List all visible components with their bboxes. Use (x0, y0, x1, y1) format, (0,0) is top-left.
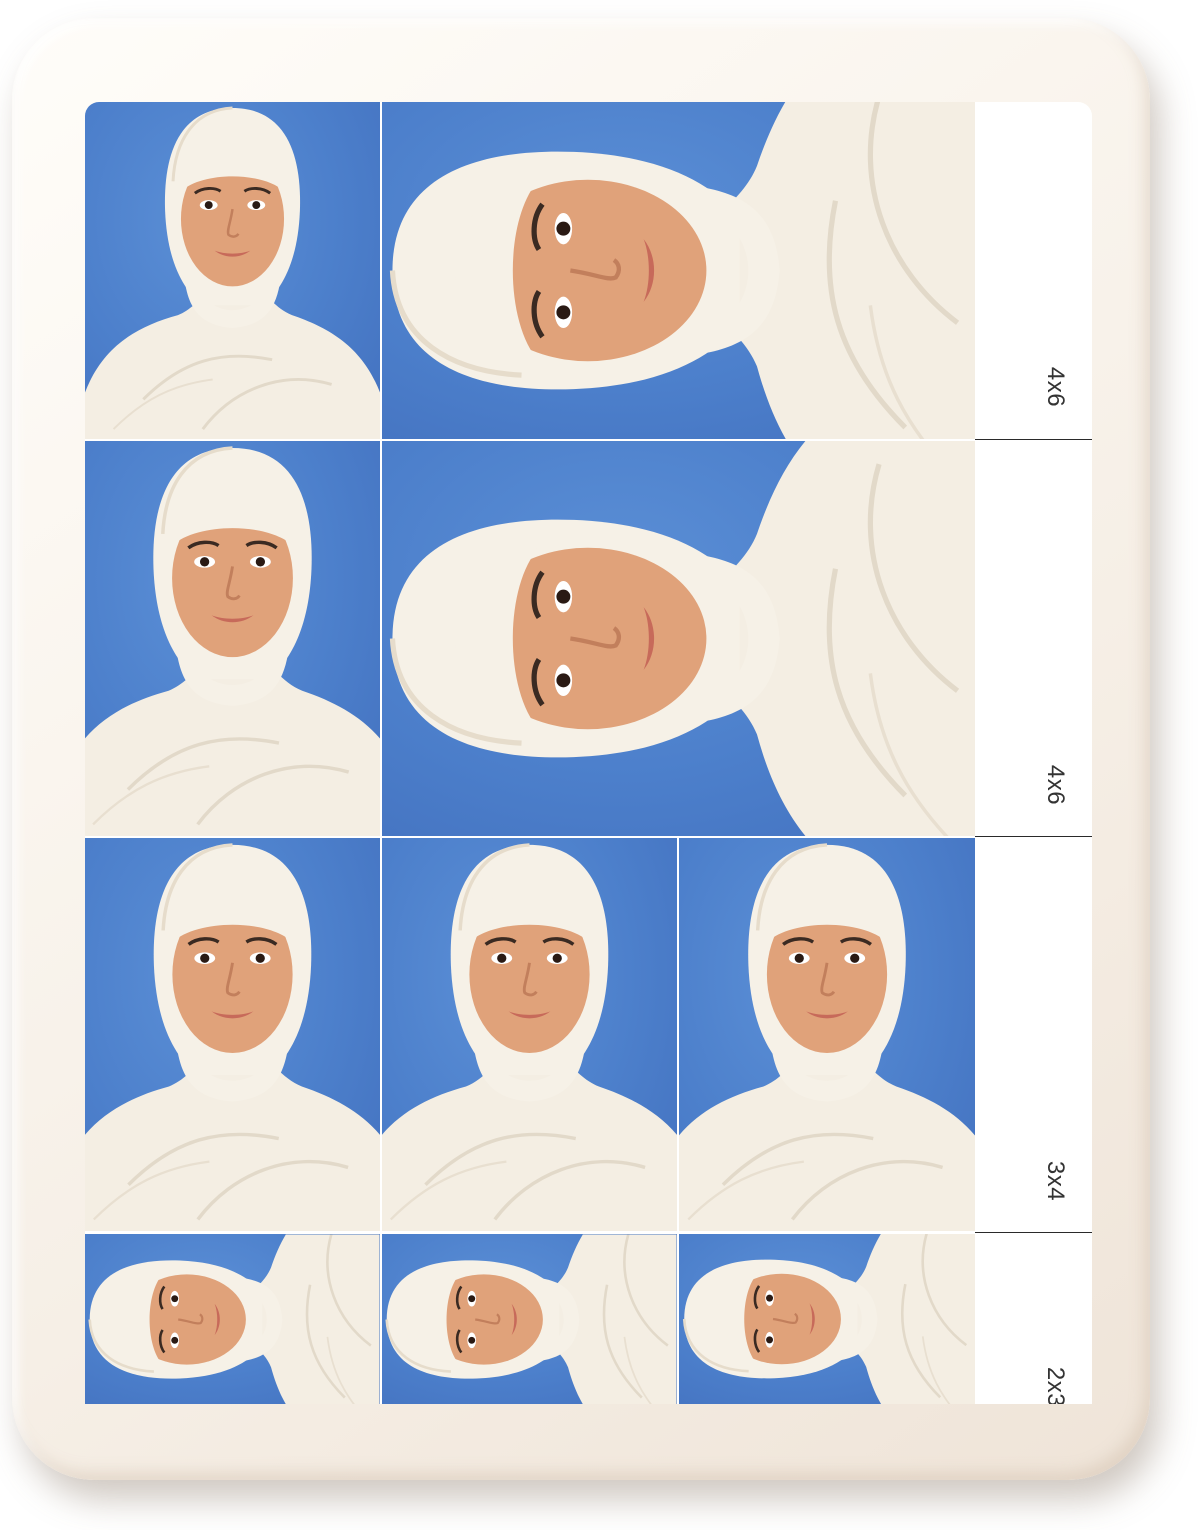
photo-4x6-portrait-2[interactable] (85, 441, 380, 836)
photo-4x6-portrait-1[interactable] (85, 102, 380, 439)
photo-2x3-2[interactable] (382, 1234, 677, 1404)
photo-4x6-rotated-2[interactable] (382, 441, 975, 836)
section-divider (975, 439, 1092, 440)
photo-3x4-3[interactable] (679, 838, 975, 1231)
photo-3x4-1[interactable] (85, 838, 380, 1231)
photo-2x3-3[interactable] (679, 1234, 975, 1404)
photo-4x6-rotated-1[interactable] (382, 102, 975, 439)
size-label-2x3: 2x3 (1042, 1366, 1069, 1404)
size-label-3x4: 3x4 (1042, 1160, 1069, 1202)
section-divider (975, 1232, 1092, 1233)
photo-2x3-1[interactable] (85, 1234, 380, 1404)
photo-print-sheet[interactable]: 4x6 4x6 3x4 2x3 (85, 102, 1092, 1404)
section-divider (975, 836, 1092, 837)
size-label-4x6-b: 4x6 (1042, 764, 1069, 806)
photo-3x4-2[interactable] (382, 838, 677, 1231)
device-frame: 4x6 4x6 3x4 2x3 (12, 18, 1150, 1480)
size-label-4x6-a: 4x6 (1042, 366, 1069, 408)
